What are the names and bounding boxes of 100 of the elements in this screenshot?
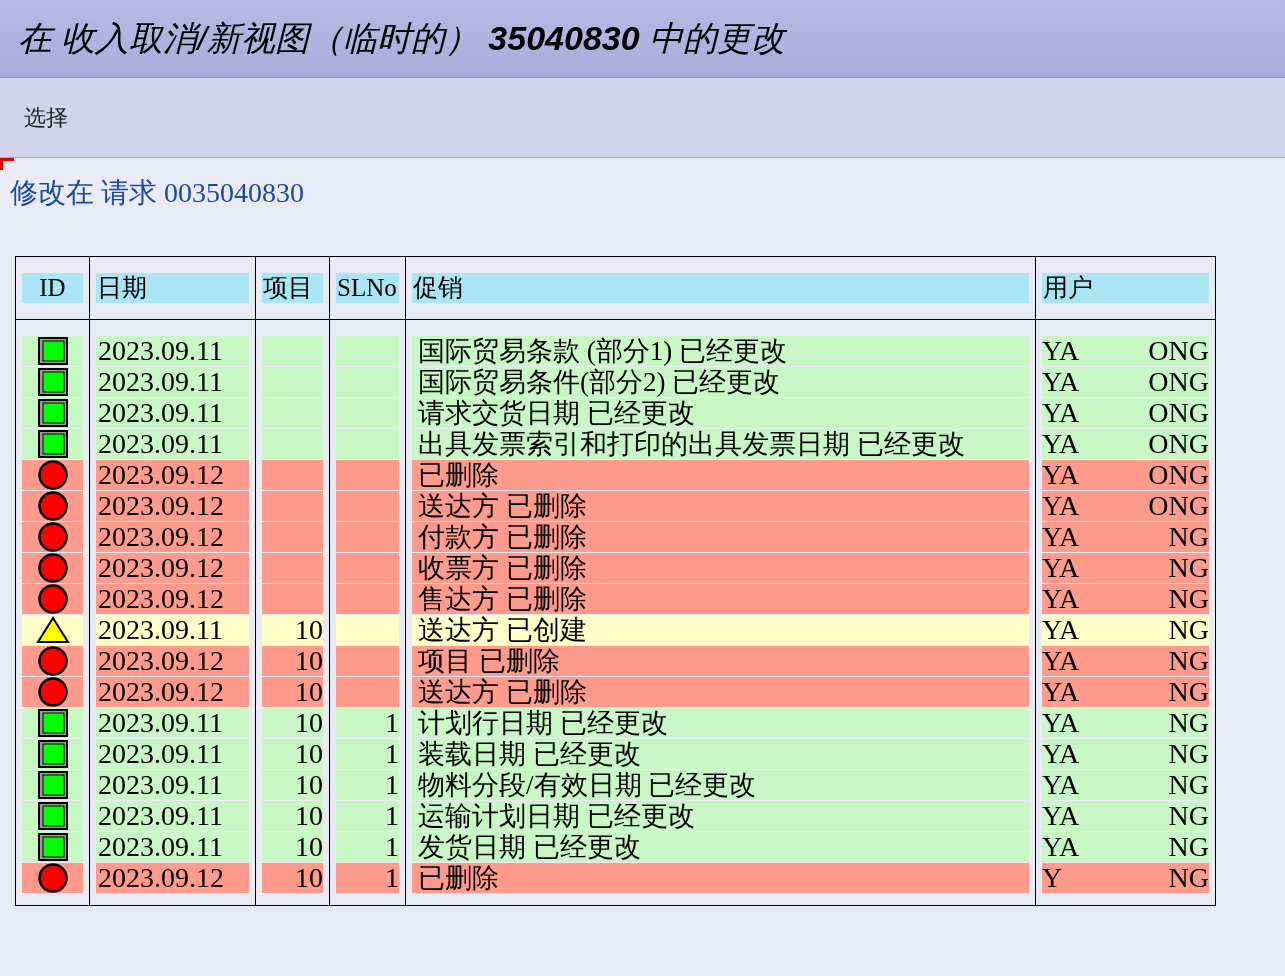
slno-cell: [336, 367, 399, 397]
user-name-end: NG: [1168, 706, 1209, 740]
column-header[interactable]: 项目: [262, 273, 323, 303]
user-name-start: YA: [1042, 551, 1080, 585]
user-name-end: ONG: [1148, 427, 1209, 461]
date-cell: 2023.09.12: [96, 522, 249, 552]
date-cell: 2023.09.12: [96, 677, 249, 707]
slno-cell: 1: [336, 739, 399, 769]
description-cell: 送达方 已删除: [412, 491, 1029, 521]
date-cell: 2023.09.11: [96, 367, 249, 397]
user-name-end: ONG: [1148, 458, 1209, 492]
description-cell: 装载日期 已经更改: [412, 739, 1029, 769]
user-name-end: NG: [1168, 551, 1209, 585]
description-cell: 计划行日期 已经更改: [412, 708, 1029, 738]
description-cell: 送达方 已创建: [412, 615, 1029, 645]
description-cell: 出具发票索引和打印的出具发票日期 已经更改: [412, 429, 1029, 459]
item-cell: [262, 429, 323, 459]
item-cell: 10: [262, 615, 323, 645]
item-cell: 10: [262, 863, 323, 893]
description-cell: 收票方 已删除: [412, 553, 1029, 583]
description-cell: 送达方 已删除: [412, 677, 1029, 707]
description-cell: 付款方 已删除: [412, 522, 1029, 552]
date-cell: 2023.09.12: [96, 584, 249, 614]
description-cell: 运输计划日期 已经更改: [412, 801, 1029, 831]
column-header[interactable]: 日期: [96, 273, 249, 303]
date-cell: 2023.09.12: [96, 491, 249, 521]
item-cell: [262, 522, 323, 552]
slno-cell: [336, 584, 399, 614]
user-name-start: YA: [1042, 644, 1080, 678]
description-cell: 国际贸易条款 (部分1) 已经更改: [412, 336, 1029, 366]
date-cell: 2023.09.12: [96, 863, 249, 893]
user-name-end: ONG: [1148, 396, 1209, 430]
selection-menu[interactable]: 选择: [24, 101, 68, 134]
date-cell: 2023.09.11: [96, 429, 249, 459]
item-cell: [262, 553, 323, 583]
date-cell: 2023.09.11: [96, 398, 249, 428]
user-name-end: ONG: [1148, 365, 1209, 399]
user-name-end: NG: [1168, 520, 1209, 554]
column-header[interactable]: ID: [22, 273, 83, 303]
slno-cell: 1: [336, 863, 399, 893]
user-name-start: YA: [1042, 737, 1080, 771]
corner-marker-icon: [0, 158, 14, 170]
item-cell: [262, 460, 323, 490]
slno-cell: [336, 460, 399, 490]
column-header[interactable]: 促销: [412, 273, 1029, 303]
user-name-start: YA: [1042, 334, 1080, 368]
item-cell: [262, 584, 323, 614]
user-name-end: NG: [1168, 830, 1209, 864]
date-cell: 2023.09.12: [96, 460, 249, 490]
slno-cell: [336, 677, 399, 707]
description-cell: 国际贸易条件(部分2) 已经更改: [412, 367, 1029, 397]
user-name-start: YA: [1042, 768, 1080, 802]
user-name-start: YA: [1042, 830, 1080, 864]
user-name-start: YA: [1042, 489, 1080, 523]
slno-cell: [336, 522, 399, 552]
description-cell: 物料分段/有效日期 已经更改: [412, 770, 1029, 800]
description-cell: 售达方 已删除: [412, 584, 1029, 614]
user-name-end: NG: [1168, 613, 1209, 647]
date-cell: 2023.09.11: [96, 739, 249, 769]
user-name-start: YA: [1042, 706, 1080, 740]
column-header[interactable]: SLNo: [336, 273, 399, 303]
item-cell: 10: [262, 770, 323, 800]
user-name-end: NG: [1168, 582, 1209, 616]
slno-cell: [336, 615, 399, 645]
description-cell: 已删除: [412, 863, 1029, 893]
user-name-start: YA: [1042, 582, 1080, 616]
user-name-start: YA: [1042, 458, 1080, 492]
date-cell: 2023.09.11: [96, 708, 249, 738]
user-name-start: YA: [1042, 396, 1080, 430]
user-name-start: YA: [1042, 427, 1080, 461]
slno-cell: 1: [336, 708, 399, 738]
item-cell: 10: [262, 801, 323, 831]
date-cell: 2023.09.11: [96, 615, 249, 645]
description-cell: 已删除: [412, 460, 1029, 490]
slno-cell: [336, 646, 399, 676]
window-title: 在 收入取消/新视图（临时的） 35040830 中的更改: [18, 18, 786, 59]
user-name-end: NG: [1168, 768, 1209, 802]
user-name-start: YA: [1042, 365, 1080, 399]
date-cell: 2023.09.12: [96, 646, 249, 676]
user-name-start: Y: [1042, 861, 1063, 895]
column-header[interactable]: 用户: [1042, 273, 1209, 303]
user-name-end: ONG: [1148, 489, 1209, 523]
user-name-start: YA: [1042, 520, 1080, 554]
user-name-end: NG: [1168, 799, 1209, 833]
slno-cell: 1: [336, 801, 399, 831]
item-cell: [262, 367, 323, 397]
user-name-end: NG: [1168, 675, 1209, 709]
user-name-start: YA: [1042, 799, 1080, 833]
description-cell: 发货日期 已经更改: [412, 832, 1029, 862]
date-cell: 2023.09.11: [96, 336, 249, 366]
slno-cell: [336, 429, 399, 459]
item-cell: [262, 398, 323, 428]
date-cell: 2023.09.11: [96, 801, 249, 831]
user-name-end: ONG: [1148, 334, 1209, 368]
date-cell: 2023.09.12: [96, 553, 249, 583]
item-cell: 10: [262, 832, 323, 862]
page-heading: 修改在 请求 0035040830: [10, 176, 304, 210]
user-name-end: NG: [1168, 644, 1209, 678]
user-name-end: NG: [1168, 861, 1209, 895]
slno-cell: [336, 491, 399, 521]
